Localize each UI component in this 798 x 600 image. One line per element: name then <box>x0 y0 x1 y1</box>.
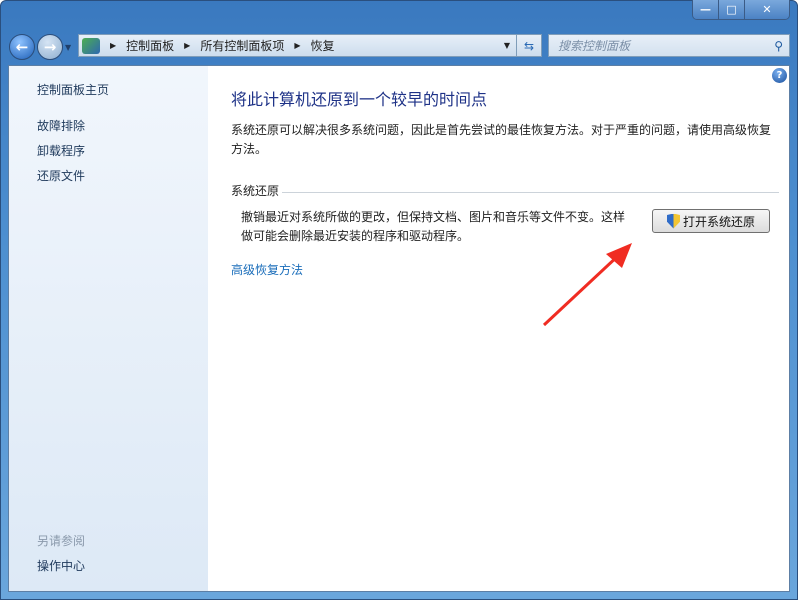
minimize-button[interactable]: — <box>693 0 719 19</box>
breadcrumb-recovery[interactable]: 恢复 <box>311 37 335 54</box>
refresh-button[interactable]: ⇆ <box>517 34 542 57</box>
address-bar[interactable]: ▶ 控制面板 ▶ 所有控制面板项 ▶ 恢复 ▼ <box>78 34 517 57</box>
close-button[interactable]: ✕ <box>745 0 789 19</box>
recent-pages-dropdown[interactable]: ▼ <box>65 43 71 52</box>
annotation-arrow-icon <box>542 243 632 327</box>
breadcrumb-all-items[interactable]: 所有控制面板项 <box>200 37 284 54</box>
open-system-restore-button[interactable]: 打开系统还原 <box>652 209 770 233</box>
recovery-icon <box>82 37 100 54</box>
breadcrumb-separator-icon[interactable]: ▶ <box>110 41 116 50</box>
sidebar-item-uninstall[interactable]: 卸载程序 <box>37 142 85 159</box>
intro-text: 系统还原可以解决很多系统问题，因此是首先尝试的最佳恢复方法。对于严重的问题，请使… <box>231 123 772 156</box>
back-arrow-icon: ← <box>15 38 29 56</box>
refresh-icon: ⇆ <box>523 38 535 53</box>
navigation-buttons: ← → ▼ <box>9 34 71 60</box>
forward-arrow-icon: → <box>43 38 57 56</box>
section-title: 系统还原 <box>231 184 280 198</box>
maximize-button[interactable]: □ <box>719 0 745 19</box>
search-icon[interactable]: ⚲ <box>774 39 783 53</box>
content-area: 控制面板主页 故障排除 卸载程序 还原文件 另请参阅 操作中心 ? 将此计算机还… <box>8 65 790 592</box>
sidebar: 控制面板主页 故障排除 卸载程序 还原文件 另请参阅 操作中心 <box>9 66 208 591</box>
search-placeholder: 搜索控制面板 <box>558 39 631 53</box>
window-controls: — □ ✕ <box>692 0 790 20</box>
system-restore-section-header: 系统还原 <box>231 182 779 199</box>
breadcrumb-separator-icon[interactable]: ▶ <box>294 41 300 50</box>
sidebar-item-action-center[interactable]: 操作中心 <box>37 557 85 574</box>
sidebar-home-link[interactable]: 控制面板主页 <box>37 81 109 98</box>
breadcrumb-control-panel[interactable]: 控制面板 <box>126 37 174 54</box>
sidebar-item-restore-files[interactable]: 还原文件 <box>37 167 85 184</box>
section-divider <box>282 192 779 193</box>
search-input[interactable]: 搜索控制面板 ⚲ <box>548 34 790 57</box>
main-panel: ? 将此计算机还原到一个较早的时间点 系统还原可以解决很多系统问题，因此是首先尝… <box>208 66 789 591</box>
address-dropdown-icon[interactable]: ▼ <box>504 41 510 50</box>
breadcrumb-separator-icon[interactable]: ▶ <box>184 41 190 50</box>
button-label: 打开系统还原 <box>682 214 755 229</box>
see-also-heading: 另请参阅 <box>37 534 86 548</box>
page-title: 将此计算机还原到一个较早的时间点 <box>231 90 488 109</box>
help-icon[interactable]: ? <box>772 68 787 83</box>
forward-button[interactable]: → <box>37 34 63 60</box>
back-button[interactable]: ← <box>9 34 35 60</box>
uac-shield-icon <box>666 213 680 229</box>
sidebar-item-troubleshoot[interactable]: 故障排除 <box>37 117 85 134</box>
advanced-recovery-link[interactable]: 高级恢复方法 <box>231 261 303 278</box>
